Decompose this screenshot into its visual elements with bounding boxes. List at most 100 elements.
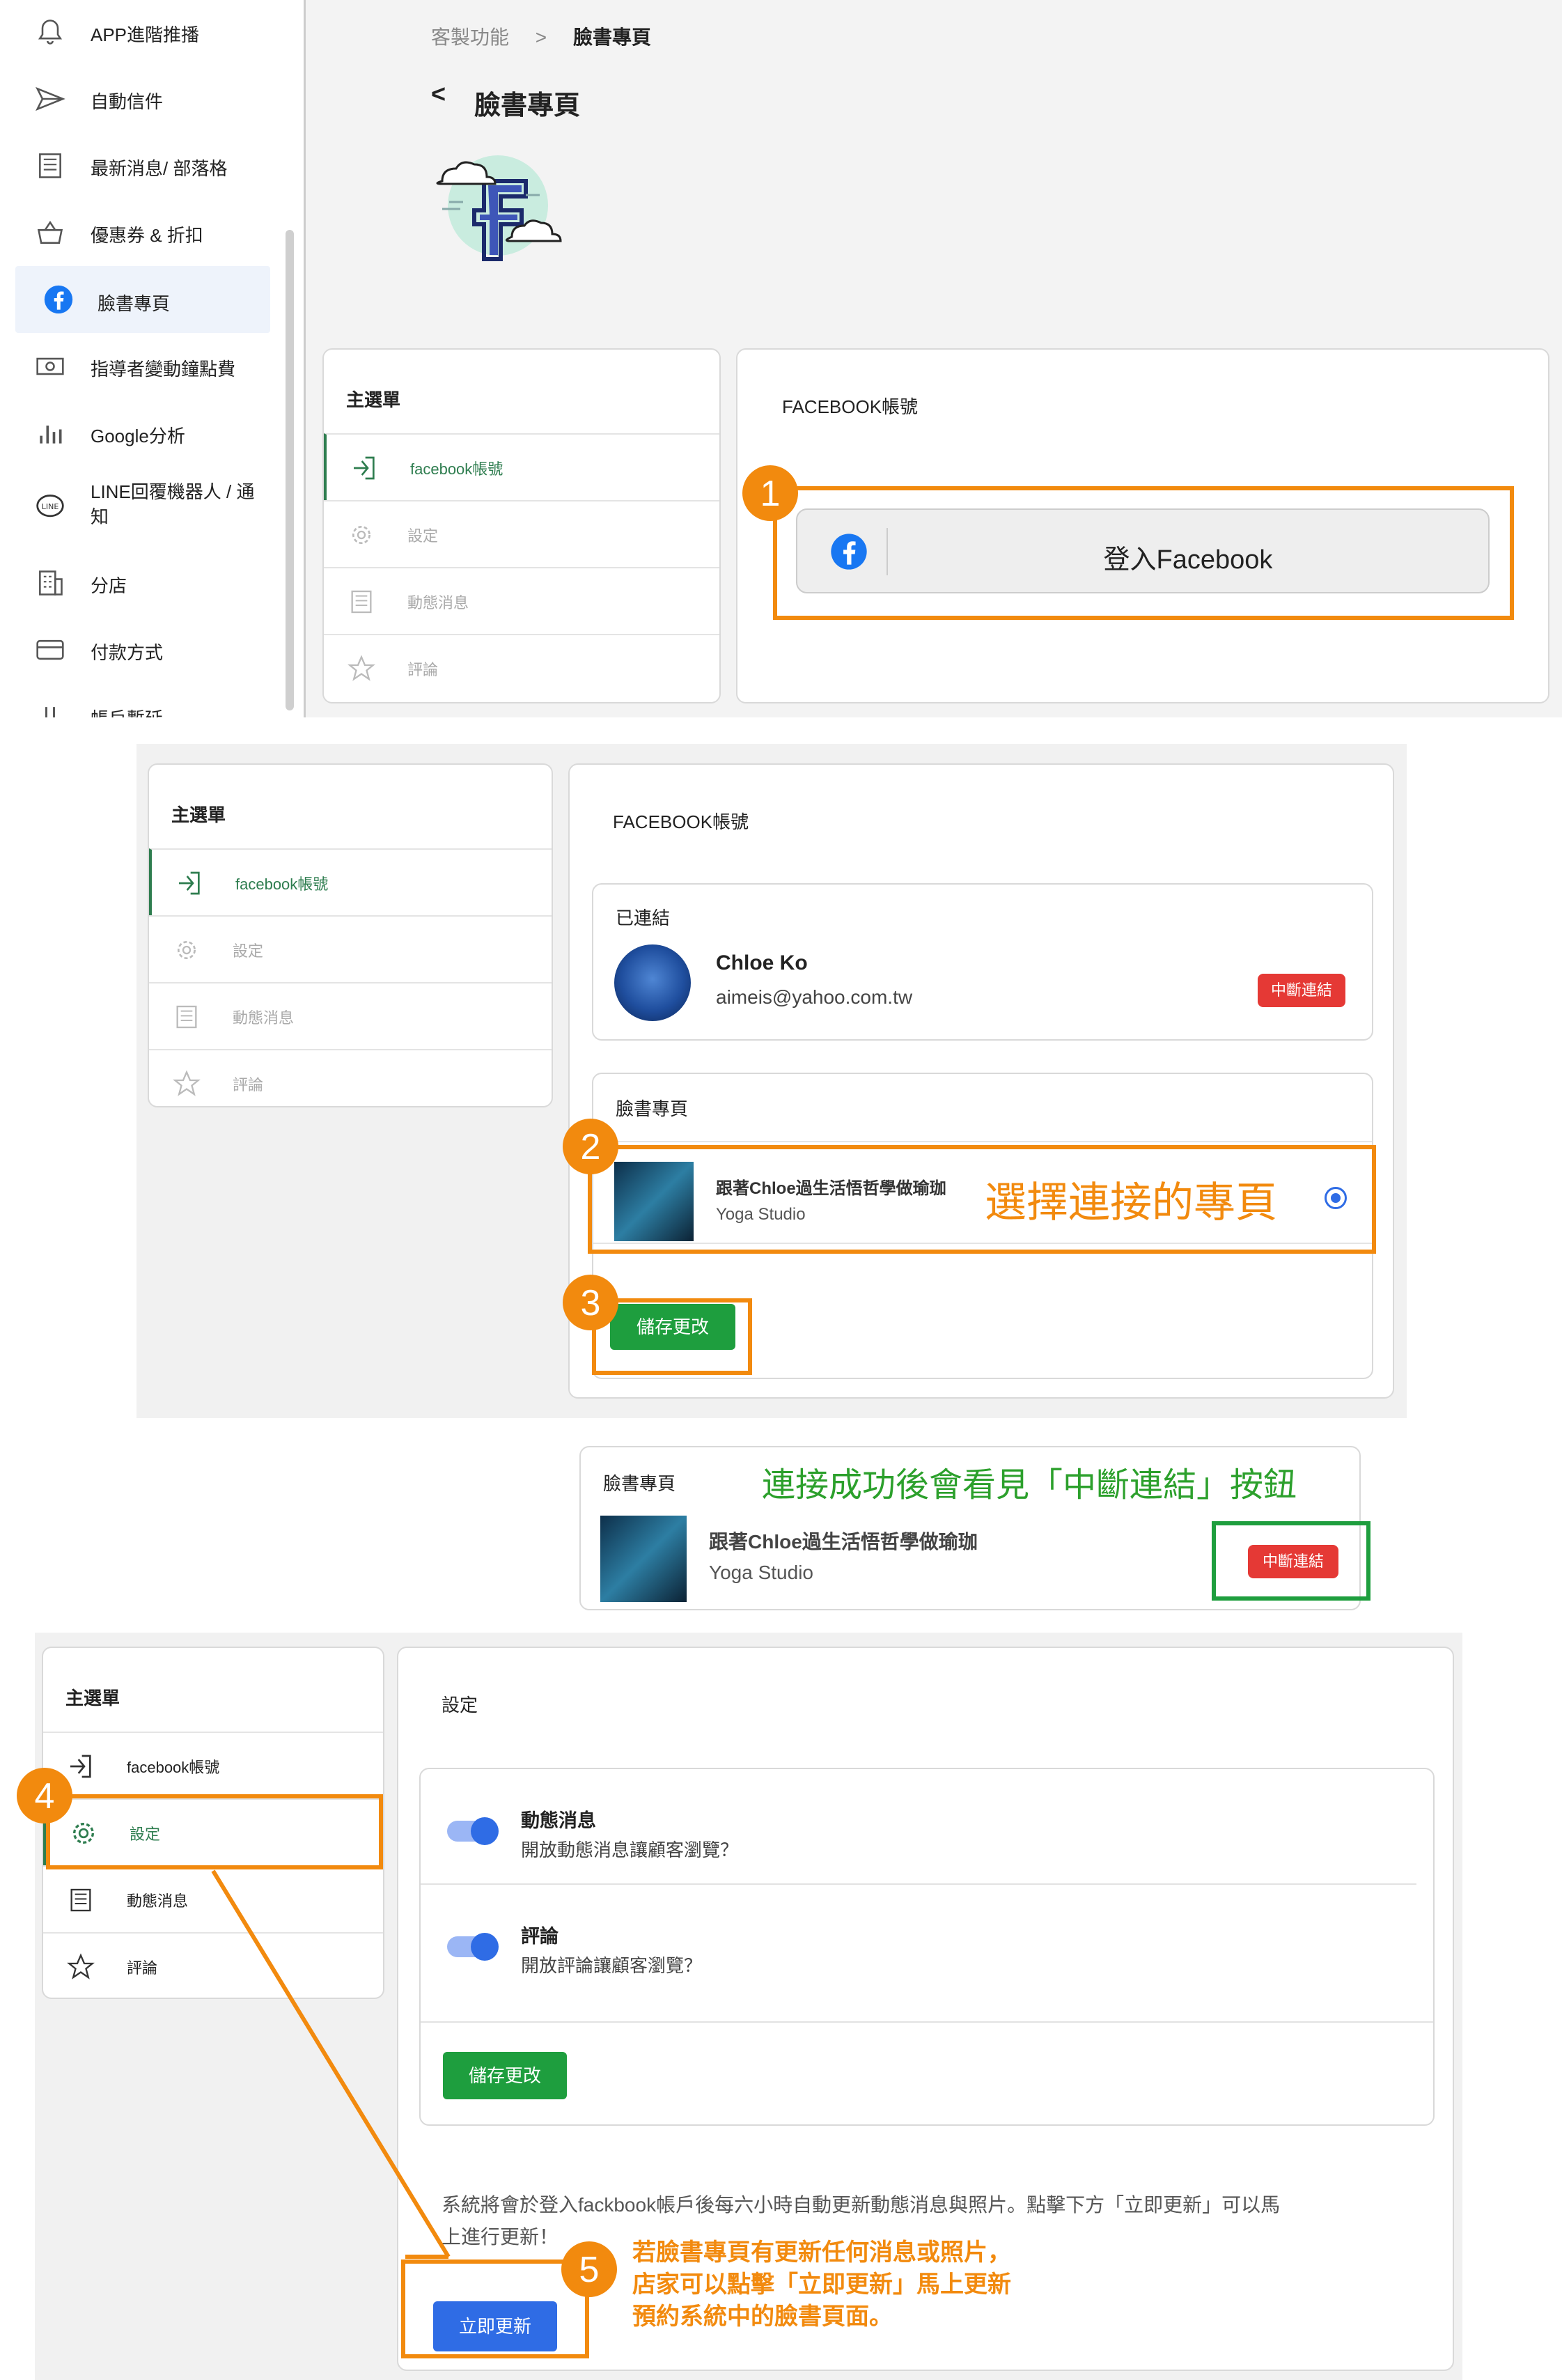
update-note-line-3: 預約系統中的臉書頁面。	[632, 2303, 893, 2330]
menu-item-label: 動態消息	[127, 1892, 189, 1910]
sidebar-item-label: 分店	[91, 575, 127, 596]
menu-item-label: facebook帳號	[410, 460, 503, 478]
send-icon	[36, 86, 65, 111]
newspaper-icon	[39, 153, 61, 178]
sidebar-item-label: 優惠券 & 折扣	[91, 225, 203, 246]
sidebar-item-app-push[interactable]: APP進階推播	[35, 10, 265, 52]
save-changes-button[interactable]: 儲存更改	[443, 2052, 567, 2099]
star-icon	[173, 1070, 201, 1096]
menu-item-facebook-account[interactable]: facebook帳號	[149, 848, 552, 915]
auto-update-info-line-2: 上進行更新！	[442, 2226, 559, 2248]
menu-item-label: facebook帳號	[127, 1759, 220, 1776]
facebook-icon	[44, 285, 73, 314]
page-name: 跟著Chloe過生活悟哲學做瑜珈	[709, 1531, 978, 1553]
sidebar-item-label: 臉書專頁	[97, 293, 171, 314]
news-feed-toggle[interactable]	[447, 1817, 499, 1845]
svg-text:LINE: LINE	[42, 502, 59, 511]
update-note-line-1: 若臉書專頁有更新任何消息或照片，	[632, 2239, 1011, 2266]
menu-item-label: 評論	[127, 1959, 158, 1977]
newspaper-icon	[351, 590, 372, 614]
gear-icon	[178, 941, 196, 959]
sidebar-item-label: LINE回覆機器人 / 通知	[91, 481, 255, 527]
step-4-badge: 4	[17, 1768, 72, 1823]
menu-item-facebook-account[interactable]: facebook帳號	[324, 433, 719, 500]
sidebar-item-label: Google分析	[91, 426, 185, 446]
menu-item-reviews[interactable]: 評論	[149, 1049, 552, 1107]
menu-item-facebook-account[interactable]: facebook帳號	[43, 1732, 383, 1798]
facebook-cloud-illustration	[436, 155, 562, 261]
star-icon	[347, 655, 375, 681]
page-title: 臉書專頁	[474, 91, 581, 120]
select-page-note: 選擇連接的專頁	[985, 1179, 1277, 1226]
sidebar-item-facebook[interactable]: 臉書專頁	[15, 266, 270, 333]
highlight-settings-menu	[46, 1794, 383, 1869]
step-1-badge: 1	[742, 465, 798, 521]
bar-chart-icon	[40, 426, 62, 444]
newspaper-icon	[70, 1888, 91, 1912]
success-note: 連接成功後會看見「中斷連結」按鈕	[762, 1467, 1297, 1504]
menu-item-reviews[interactable]: 評論	[324, 634, 719, 701]
menu-item-settings[interactable]: 設定	[149, 915, 552, 982]
auto-update-info-line-1: 系統將會於登入fackbook帳戶後每六小時自動更新動態消息與照片。點擊下方「立…	[442, 2194, 1281, 2216]
page-subtitle: Yoga Studio	[709, 1562, 813, 1583]
gear-icon	[352, 526, 370, 544]
breadcrumb-current: 臉書專頁	[572, 26, 651, 48]
building-icon	[39, 570, 63, 596]
step-2-badge: 2	[563, 1119, 618, 1174]
sidebar-item-payment[interactable]: 付款方式	[35, 628, 265, 669]
sidebar: APP進階推播 自動信件 最新消息/ 部落格 優惠券 & 折扣 臉書專頁 指導者…	[0, 0, 299, 717]
login-icon	[179, 871, 200, 895]
menu-item-label: 動態消息	[407, 594, 469, 612]
step-5-badge: 5	[561, 2241, 617, 2297]
reviews-toggle[interactable]	[447, 1933, 499, 1961]
connected-account-box: 已連結 Chloe Ko aimeis@yahoo.com.tw 中斷連結	[592, 883, 1373, 1041]
pause-icon	[45, 707, 55, 717]
disconnect-button[interactable]: 中斷連結	[1258, 974, 1345, 1007]
sidebar-item-label: APP進階推播	[91, 24, 200, 45]
menu-item-news-feed[interactable]: 動態消息	[324, 567, 719, 634]
star-icon	[67, 1953, 95, 1980]
menu-item-label: 設定	[233, 942, 264, 960]
money-icon	[36, 357, 64, 375]
login-icon	[354, 456, 375, 480]
panel-title: FACEBOOK帳號	[782, 396, 919, 417]
page-thumbnail	[600, 1516, 687, 1602]
sidebar-item-coupons[interactable]: 優惠券 & 折扣	[35, 210, 265, 252]
settings-divider	[421, 2021, 1433, 2023]
step-3-badge: 3	[563, 1275, 618, 1330]
menu-item-label: facebook帳號	[235, 876, 329, 893]
sidebar-item-google-analytics[interactable]: Google分析	[35, 411, 265, 453]
user-name: Chloe Ko	[716, 951, 808, 974]
sidebar-item-account-pause[interactable]: 帳戶暫延	[35, 694, 265, 717]
menu-item-news-feed[interactable]: 動態消息	[43, 1865, 383, 1932]
sidebar-item-label: 最新消息/ 部落格	[91, 158, 228, 179]
menu-item-settings[interactable]: 設定	[324, 500, 719, 567]
screenshot-1: APP進階推播 自動信件 最新消息/ 部落格 優惠券 & 折扣 臉書專頁 指導者…	[0, 0, 1562, 717]
menu-item-reviews[interactable]: 評論	[43, 1932, 383, 1999]
main-menu-card: 主選單 facebook帳號 設定 動態消息 評論	[148, 763, 553, 1107]
setting-description: 開放評論讓顧客瀏覽？	[521, 1955, 703, 1976]
sidebar-item-line-bot[interactable]: LINE LINE回覆機器人 / 通知	[35, 479, 265, 542]
pages-section-title: 臉書專頁	[603, 1473, 676, 1494]
breadcrumb-parent[interactable]: 客製功能	[431, 26, 509, 48]
login-icon	[70, 1755, 91, 1778]
back-icon[interactable]: <	[431, 79, 446, 109]
update-note-line-2: 店家可以點擊「立即更新」馬上更新	[632, 2271, 1011, 2298]
sidebar-item-branches[interactable]: 分店	[35, 561, 265, 602]
sidebar-item-auto-email[interactable]: 自動信件	[35, 77, 265, 118]
sidebar-item-news[interactable]: 最新消息/ 部落格	[35, 143, 265, 185]
menu-item-label: 動態消息	[233, 1009, 295, 1027]
line-icon: LINE	[36, 495, 64, 518]
highlight-login	[773, 486, 1514, 620]
panel-title: 設定	[442, 1695, 478, 1716]
avatar	[614, 944, 691, 1021]
connected-title: 已連結	[616, 908, 671, 928]
menu-item-label: 設定	[407, 527, 439, 545]
sidebar-scrollbar[interactable]	[286, 230, 294, 710]
menu-item-news-feed[interactable]: 動態消息	[149, 982, 552, 1049]
menu-title: 主選單	[171, 804, 226, 825]
sidebar-item-instructor-fee[interactable]: 指導者變動鐘點費	[35, 344, 265, 386]
basket-icon	[37, 221, 63, 244]
sidebar-item-label: 自動信件	[91, 91, 164, 112]
setting-title: 評論	[521, 1926, 559, 1947]
